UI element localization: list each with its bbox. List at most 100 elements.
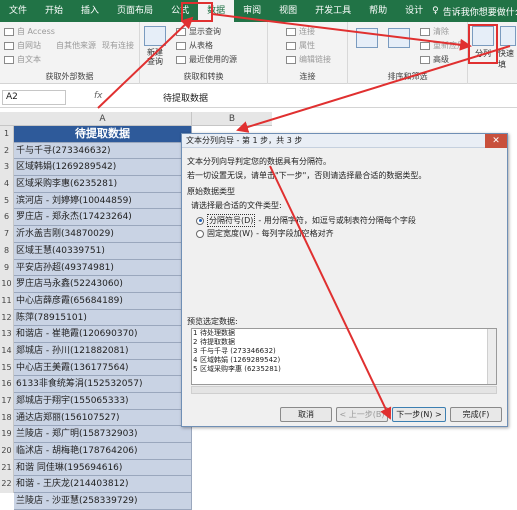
table-cell[interactable]: 千与千寻(273346632) xyxy=(14,142,192,160)
row-header[interactable]: 4 xyxy=(0,176,13,193)
tab-design[interactable]: 设计 xyxy=(396,0,432,22)
group-connections: 连接 属性 编辑链接 连接 xyxy=(268,22,348,84)
row-header[interactable]: 15 xyxy=(0,360,13,377)
preview-vertical-scrollbar[interactable] xyxy=(487,329,496,384)
row-header[interactable]: 8 xyxy=(0,243,13,260)
from-web-button[interactable]: 自网站 xyxy=(4,40,41,51)
new-query-button[interactable]: 新建 查询 xyxy=(144,26,166,66)
column-a-cells: 待提取数据 千与千寻(273346632) 区域韩娟(1269289542) 区域采购… xyxy=(14,126,192,510)
table-cell[interactable]: 区域韩娟(1269289542) xyxy=(14,159,192,177)
table-cell[interactable]: 罗庄店马永鑫(52243060) xyxy=(14,276,192,293)
connections-button[interactable]: 连接 xyxy=(286,26,315,37)
table-cell[interactable]: 郯城店于翔宇(155065333) xyxy=(14,393,192,410)
reapply-button[interactable]: 重新应用 xyxy=(420,40,465,51)
row-header[interactable]: 17 xyxy=(0,393,13,410)
column-header-b[interactable]: B xyxy=(192,112,272,126)
table-cell[interactable]: 通达店郑丽(156107527) xyxy=(14,409,192,427)
table-cell[interactable]: 区域采购李惠(6235281) xyxy=(14,176,192,193)
preview-box[interactable]: 1 待处理数据 2 待提取数据 3 千与千寻 (273346632) 4 区域韩娟 (1269… xyxy=(191,328,497,385)
table-cell[interactable]: 6133非食统筹涓(152532057) xyxy=(14,376,192,393)
table-cell[interactable]: 兰陵店 - 郑广明(158732903) xyxy=(14,426,192,444)
tab-data[interactable]: 数据 xyxy=(198,0,235,22)
table-cell[interactable]: 中心店薛彦霞(65684189) xyxy=(14,292,192,310)
dialog-line-2: 若一切设置无误，请单击"下一步"，否则请选择最合适的数据类型。 xyxy=(187,171,427,180)
row-header[interactable]: 14 xyxy=(0,343,13,360)
row-header[interactable]: 13 xyxy=(0,326,13,343)
radio-unselected-icon xyxy=(196,229,204,238)
name-box[interactable]: A2 xyxy=(2,90,66,105)
row-header[interactable]: 12 xyxy=(0,310,13,327)
properties-button[interactable]: 属性 xyxy=(286,40,315,51)
split-highlight-box xyxy=(468,24,498,64)
tab-help[interactable]: 帮助 xyxy=(360,0,396,22)
recent-sources-button[interactable]: 最近使用的源 xyxy=(176,54,237,65)
filter-button[interactable] xyxy=(388,28,410,50)
table-cell[interactable]: 滨河店 - 刘婷婷(10044859) xyxy=(14,192,192,210)
row-header[interactable]: 6 xyxy=(0,209,13,226)
from-other-sources-button[interactable]: 自其他来源 xyxy=(56,40,96,51)
preview-horizontal-scrollbar[interactable] xyxy=(191,386,497,394)
tab-developer[interactable]: 开发工具 xyxy=(306,0,360,22)
tab-view[interactable]: 视图 xyxy=(270,0,306,22)
row-header[interactable]: 21 xyxy=(0,460,13,477)
back-button[interactable]: < 上一步(B) xyxy=(336,407,388,422)
tab-insert[interactable]: 插入 xyxy=(72,0,108,22)
row-header[interactable]: 10 xyxy=(0,276,13,293)
table-cell[interactable]: 兰陵店 - 沙亚慧(258339729) xyxy=(14,493,192,510)
close-icon[interactable]: ✕ xyxy=(485,134,507,148)
row-header[interactable]: 3 xyxy=(0,159,13,176)
row-header[interactable]: 9 xyxy=(0,260,13,277)
row-header[interactable]: 5 xyxy=(0,193,13,210)
row-header[interactable]: 2 xyxy=(0,143,13,160)
preview-line-number: 3 xyxy=(193,347,198,355)
row-header[interactable]: 22 xyxy=(0,476,13,493)
delimited-radio[interactable]: 分隔符号(D) - 用分隔字符，如逗号或制表符分隔每个字段 xyxy=(196,214,416,227)
table-cell[interactable]: 和谐店 - 崔艳霞(120690370) xyxy=(14,326,192,343)
formula-content[interactable]: 待提取数据 xyxy=(163,91,208,104)
tab-page-layout[interactable]: 页面布局 xyxy=(108,0,162,22)
cancel-button[interactable]: 取消 xyxy=(280,407,332,422)
table-cell[interactable]: 区域王慧(40339751) xyxy=(14,242,192,260)
row-header[interactable]: 7 xyxy=(0,226,13,243)
table-cell[interactable]: 和谐 - 王庆龙(214403812) xyxy=(14,476,192,494)
finish-button[interactable]: 完成(F) xyxy=(450,407,502,422)
advanced-button[interactable]: 高级 xyxy=(420,54,449,65)
group-get-transform: 新建 查询 显示查询 从表格 最近使用的源 获取和转换 xyxy=(140,22,268,84)
tell-me-box[interactable]: ♀ 告诉我你想要做什么 xyxy=(432,5,517,18)
table-cell[interactable]: 中心店王美霞(136177564) xyxy=(14,359,192,377)
tab-home[interactable]: 开始 xyxy=(36,0,72,22)
from-access-button[interactable]: 自 Access xyxy=(4,26,55,37)
next-button[interactable]: 下一步(N) > xyxy=(392,407,446,422)
preview-line-text: 区域韩娟 (1269289542) xyxy=(200,356,281,364)
tab-review[interactable]: 审阅 xyxy=(234,0,270,22)
table-cell[interactable]: 临沭店 - 胡梅艳(178764206) xyxy=(14,443,192,460)
sort-button[interactable] xyxy=(356,28,378,50)
table-cell[interactable]: 平安店孙超(49374981) xyxy=(14,259,192,277)
tab-file[interactable]: 文件 xyxy=(0,0,36,22)
tab-formulas[interactable]: 公式 xyxy=(162,0,198,22)
row-header[interactable]: 1 xyxy=(0,126,13,143)
select-all-corner[interactable] xyxy=(0,112,14,126)
header-cell[interactable]: 待提取数据 xyxy=(14,126,192,143)
row-header[interactable]: 18 xyxy=(0,410,13,427)
row-header[interactable]: 20 xyxy=(0,443,13,460)
fx-icon[interactable]: fx xyxy=(94,91,103,101)
table-cell[interactable]: 罗庄店 - 郑永杰(17423264) xyxy=(14,209,192,227)
flash-fill-button[interactable]: 快速填 xyxy=(498,26,517,70)
edit-links-button[interactable]: 编辑链接 xyxy=(286,54,331,65)
row-header[interactable]: 11 xyxy=(0,293,13,310)
table-cell[interactable]: 沂水盖吉刚(34870029) xyxy=(14,226,192,243)
row-header[interactable]: 19 xyxy=(0,426,13,443)
preview-line-text: 待提取数据 xyxy=(200,338,235,346)
clear-button[interactable]: 清除 xyxy=(420,26,449,37)
table-cell[interactable]: 陈萍(78915101) xyxy=(14,309,192,327)
existing-connections-button[interactable]: 现有连接 xyxy=(102,40,134,51)
column-header-a[interactable]: A xyxy=(14,112,192,126)
from-table-button[interactable]: 从表格 xyxy=(176,40,213,51)
from-text-button[interactable]: 自文本 xyxy=(4,54,41,65)
table-cell[interactable]: 郯城店 - 孙川(121882081) xyxy=(14,342,192,360)
table-cell[interactable]: 和谐 同佳琳(195694616) xyxy=(14,459,192,477)
show-queries-button[interactable]: 显示查询 xyxy=(176,26,221,37)
fixed-width-radio[interactable]: 固定宽度(W) - 每列字段加空格对齐 xyxy=(196,228,334,239)
row-header[interactable]: 16 xyxy=(0,376,13,393)
